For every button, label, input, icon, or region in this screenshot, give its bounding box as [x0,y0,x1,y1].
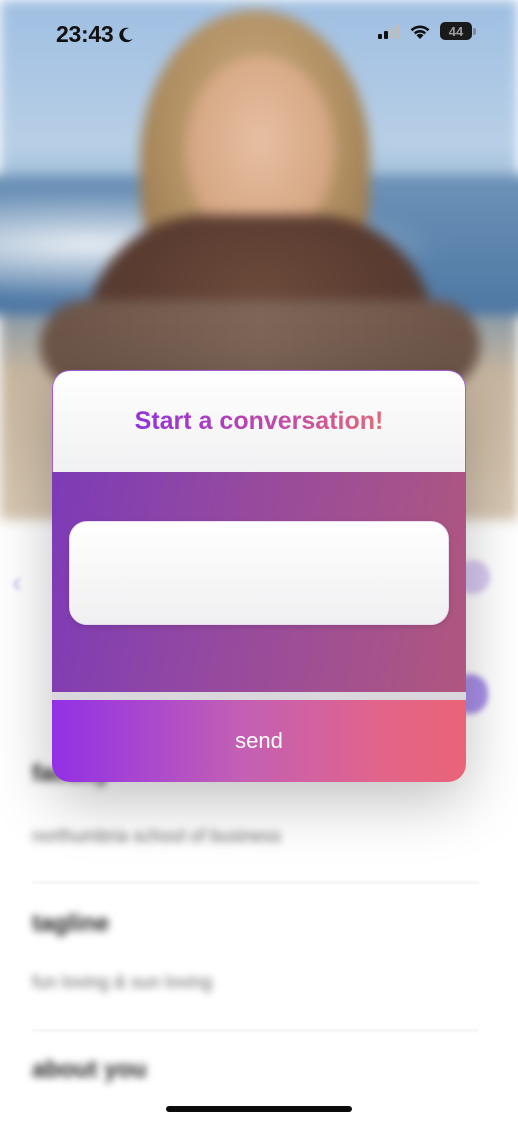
profile-field-value-text: northumbria school of business [32,826,282,846]
divider [32,882,478,883]
status-time: 23:43 [56,21,114,47]
profile-field-tagline: tagline [32,910,486,938]
time-group: 23:43 [56,21,135,48]
moon-icon [119,27,134,42]
modal-divider [52,692,466,700]
modal-header: Start a conversation! [52,370,466,472]
status-icons: 44 [378,22,476,40]
profile-field-about: about you [32,1056,486,1084]
divider [32,1030,478,1031]
home-indicator [166,1106,352,1112]
modal-body [52,472,466,692]
battery-level: 44 [440,22,472,40]
modal-title: Start a conversation! [134,407,384,435]
profile-field-label: about you [32,1056,147,1083]
profile-field-value-text: fun loving & sun loving [32,972,213,992]
status-bar: 23:43 44 [0,0,518,70]
start-conversation-modal: Start a conversation! send [52,370,466,782]
previous-photo-arrow-icon: ‹ [12,566,22,599]
battery-icon: 44 [440,22,476,40]
signal-icon [378,23,400,39]
message-input[interactable] [69,521,449,625]
profile-field-value: fun loving & sun loving [32,972,486,993]
wifi-icon [410,25,430,39]
send-button[interactable]: send [52,700,466,782]
profile-field-label: tagline [32,910,110,937]
profile-field-value: northumbria school of business [32,826,486,847]
